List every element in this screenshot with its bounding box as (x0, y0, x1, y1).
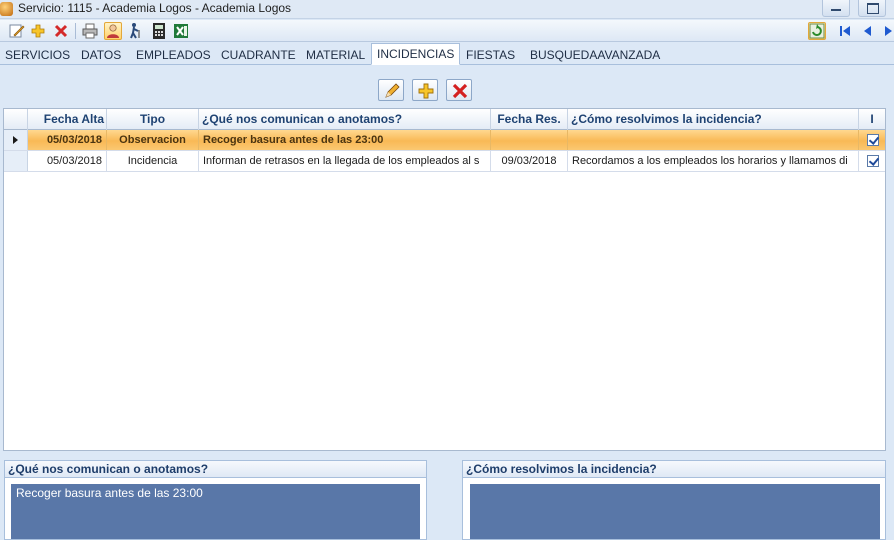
tab-incidencias[interactable]: INCIDENCIAS (371, 43, 461, 65)
tab-empleados[interactable]: EMPLEADOS (134, 46, 213, 65)
walker-icon[interactable] (127, 22, 145, 40)
excel-icon[interactable] (172, 22, 190, 40)
column-header-fecha-res[interactable]: Fecha Res. (491, 109, 568, 130)
minimize-button[interactable] (822, 0, 850, 17)
cell-fecha-res[interactable] (491, 130, 568, 150)
add-icon[interactable] (29, 22, 47, 40)
column-header-fecha-alta[interactable]: Fecha Alta (28, 109, 107, 130)
tab-busqueda-avanzada[interactable]: BUSQUEDAAVANZADA (528, 46, 662, 65)
resolvimos-panel-title: ¿Cómo resolvimos la incidencia? (463, 461, 885, 478)
cell-tipo[interactable]: Incidencia (107, 151, 199, 171)
column-header-comunican[interactable]: ¿Qué nos comunican o anotamos? (199, 109, 491, 130)
column-header-resolvimos[interactable]: ¿Cómo resolvimos la incidencia? (568, 109, 859, 130)
toolbar (0, 20, 894, 42)
user-icon[interactable] (104, 22, 122, 40)
previous-icon[interactable] (859, 22, 877, 40)
column-header-i[interactable]: I (859, 109, 885, 130)
resolvimos-textarea[interactable] (470, 484, 880, 539)
print-icon[interactable] (81, 22, 99, 40)
row-selector-header (4, 109, 28, 130)
tab-datos[interactable]: DATOS (79, 46, 123, 65)
app-icon (0, 2, 13, 16)
checkbox-i[interactable] (867, 155, 879, 167)
row-selector[interactable] (4, 151, 28, 171)
incidents-grid: Fecha Alta Tipo ¿Qué nos comunican o ano… (3, 108, 886, 451)
comunican-panel-title: ¿Qué nos comunican o anotamos? (5, 461, 426, 478)
row-selector[interactable] (4, 130, 28, 150)
delete-incident-button[interactable] (446, 79, 472, 101)
tab-fiestas[interactable]: FIESTAS (464, 46, 517, 65)
next-icon[interactable] (880, 22, 894, 40)
cell-fecha-alta[interactable]: 05/03/2018 (28, 151, 107, 171)
cell-fecha-alta[interactable]: 05/03/2018 (28, 130, 107, 150)
column-header-tipo[interactable]: Tipo (107, 109, 199, 130)
cell-fecha-res[interactable]: 09/03/2018 (491, 151, 568, 171)
tab-servicios[interactable]: SERVICIOS (3, 46, 72, 65)
cell-comunican[interactable]: Informan de retrasos en la llegada de lo… (199, 151, 491, 171)
maximize-button[interactable] (858, 0, 886, 17)
title-bar: Servicio: 1115 - Academia Logos - Academ… (0, 0, 894, 19)
current-row-arrow-icon (13, 136, 18, 144)
pencil-icon (385, 83, 400, 98)
edit-icon[interactable] (8, 22, 26, 40)
comunican-panel: ¿Qué nos comunican o anotamos? Recoger b… (4, 460, 427, 540)
cell-resolvimos[interactable] (568, 130, 859, 150)
add-incident-button[interactable] (412, 79, 438, 101)
comunican-textarea[interactable]: Recoger basura antes de las 23:00 (11, 484, 420, 539)
delete-icon[interactable] (52, 22, 70, 40)
close-icon (452, 83, 468, 99)
toolbar-separator (75, 23, 76, 39)
resolvimos-panel: ¿Cómo resolvimos la incidencia? (462, 460, 886, 540)
cell-tipo[interactable]: Observacion (107, 130, 199, 150)
tab-cuadrante[interactable]: CUADRANTE (219, 46, 298, 65)
table-row[interactable]: 05/03/2018 Observacion Recoger basura an… (4, 130, 885, 151)
tab-bar: SERVICIOS DATOS EMPLEADOS CUADRANTE MATE… (0, 43, 894, 65)
plus-icon (418, 83, 434, 99)
first-icon[interactable] (836, 22, 854, 40)
cell-comunican[interactable]: Recoger basura antes de las 23:00 (199, 130, 491, 150)
edit-incident-button[interactable] (378, 79, 404, 101)
grid-header: Fecha Alta Tipo ¿Qué nos comunican o ano… (4, 109, 885, 130)
cell-resolvimos[interactable]: Recordamos a los empleados los horarios … (568, 151, 859, 171)
refresh-icon[interactable] (808, 22, 826, 40)
tab-material[interactable]: MATERIAL (304, 46, 367, 65)
checkbox-i[interactable] (867, 134, 879, 146)
calculator-icon[interactable] (150, 22, 168, 40)
window-title: Servicio: 1115 - Academia Logos - Academ… (18, 1, 292, 15)
table-row[interactable]: 05/03/2018 Incidencia Informan de retras… (4, 151, 885, 172)
